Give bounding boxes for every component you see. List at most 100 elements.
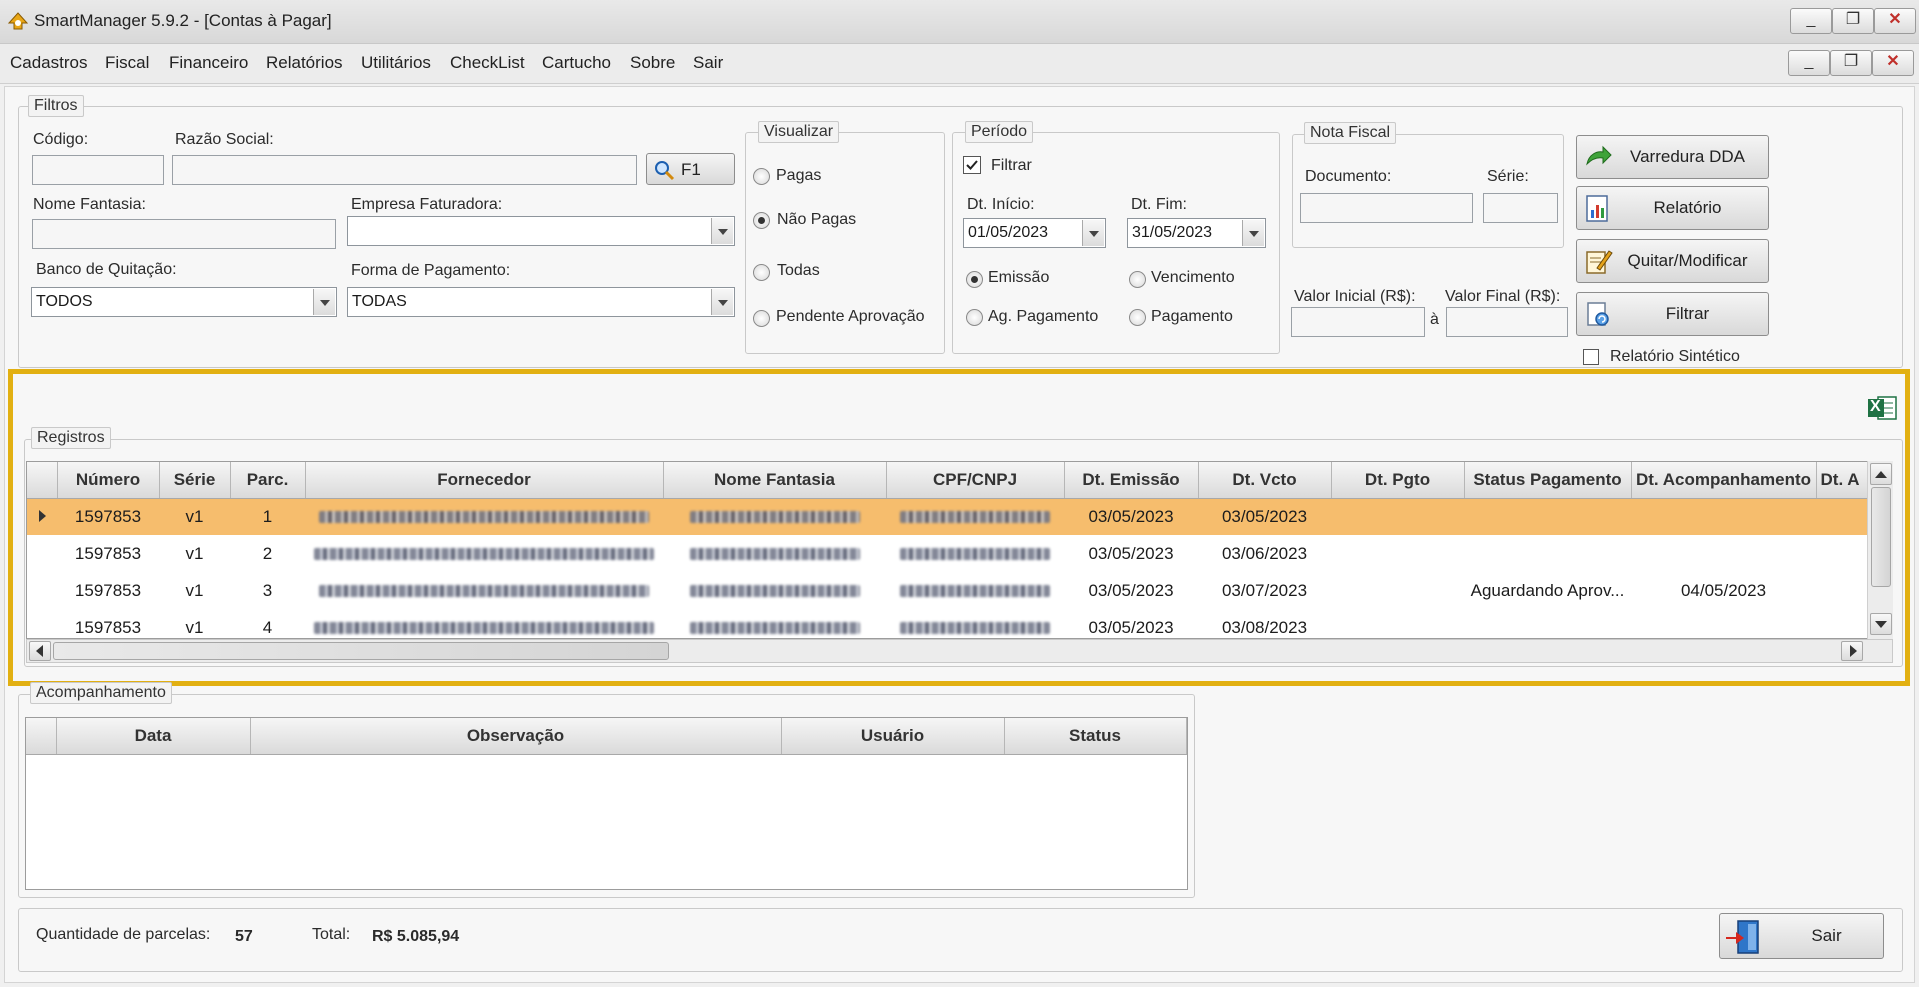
cell-fornecedor-redacted[interactable] (305, 609, 663, 638)
col-observacao[interactable]: Observação (250, 718, 782, 755)
calendar-dropdown-icon[interactable] (1082, 220, 1104, 246)
restore-button[interactable]: ❐ (1832, 8, 1874, 34)
col-numero[interactable]: Número (57, 462, 160, 499)
sair-button[interactable]: Sair (1719, 913, 1884, 959)
cell-numero[interactable]: 1597853 (57, 609, 159, 638)
cell-cpf-cnpj-redacted[interactable] (886, 572, 1064, 609)
radio-pendente-aprovacao[interactable] (753, 310, 770, 327)
cell-dt-acompanhamento[interactable] (1631, 609, 1816, 638)
radio-nao-pagas[interactable] (753, 212, 770, 229)
dt-fim-picker[interactable]: 31/05/2023 (1127, 218, 1266, 248)
cell-dt-pgto[interactable] (1331, 535, 1464, 572)
cell-dt-vcto[interactable]: 03/05/2023 (1198, 498, 1331, 535)
cell-fornecedor-redacted[interactable] (305, 498, 663, 535)
radio-vencimento[interactable] (1129, 271, 1146, 288)
cell-nome-fantasia-redacted[interactable] (663, 609, 886, 638)
cell-serie[interactable]: v1 (159, 535, 230, 572)
cell-dt-pgto[interactable] (1331, 572, 1464, 609)
cell-status-pagamento[interactable]: Aguardando Aprov... (1464, 572, 1631, 609)
mdi-close-button[interactable]: ✕ (1872, 50, 1914, 76)
cell-serie[interactable]: v1 (159, 609, 230, 638)
col-usuario[interactable]: Usuário (781, 718, 1005, 755)
col-dt-vcto[interactable]: Dt. Vcto (1198, 462, 1332, 499)
f1-search-button[interactable]: F1 (646, 153, 735, 185)
cell-dt-acompanhamento[interactable] (1631, 535, 1816, 572)
quitar-modificar-button[interactable]: Quitar/Modificar (1576, 239, 1769, 283)
banco-quitacao-select[interactable]: TODOS (31, 287, 337, 317)
scroll-down-button[interactable] (1870, 613, 1892, 635)
table-row[interactable]: 1597853 v1 2 03/05/2023 03/06/2023 (27, 535, 1874, 572)
col-data[interactable]: Data (56, 718, 251, 755)
menu-cadastros[interactable]: Cadastros (10, 53, 87, 73)
cell-nome-fantasia-redacted[interactable] (663, 572, 886, 609)
excel-export-icon[interactable]: X (1866, 392, 1898, 424)
filtrar-button[interactable]: Filtrar (1576, 292, 1769, 336)
close-button[interactable]: ✕ (1874, 8, 1916, 34)
cell-numero[interactable]: 1597853 (57, 535, 159, 572)
table-row[interactable]: 1597853 v1 1 03/05/2023 03/05/2023 (27, 498, 1874, 535)
menu-relatorios[interactable]: Relatórios (266, 53, 343, 73)
cell-fornecedor-redacted[interactable] (305, 572, 663, 609)
radio-pagas[interactable] (753, 168, 770, 185)
dt-inicio-picker[interactable]: 01/05/2023 (963, 218, 1106, 248)
radio-emissao[interactable] (966, 271, 983, 288)
cell-status-pagamento[interactable] (1464, 498, 1631, 535)
cell-parc[interactable]: 1 (230, 498, 305, 535)
cell-cpf-cnpj-redacted[interactable] (886, 498, 1064, 535)
cell-dt-pgto[interactable] (1331, 609, 1464, 638)
cell-dt-acompanhamento[interactable] (1631, 498, 1816, 535)
menu-utilitarios[interactable]: Utilitários (361, 53, 431, 73)
menu-sobre[interactable]: Sobre (630, 53, 675, 73)
radio-todas[interactable] (753, 264, 770, 281)
mdi-restore-button[interactable]: ❐ (1830, 50, 1872, 76)
menu-checklist[interactable]: CheckList (450, 53, 525, 73)
nome-fantasia-input[interactable] (32, 219, 336, 249)
col-parc[interactable]: Parc. (230, 462, 306, 499)
cell-parc[interactable]: 2 (230, 535, 305, 572)
cell-numero[interactable]: 1597853 (57, 498, 159, 535)
cell-nome-fantasia-redacted[interactable] (663, 498, 886, 535)
cell-dt-emissao[interactable]: 03/05/2023 (1064, 535, 1198, 572)
radio-pagamento[interactable] (1129, 309, 1146, 326)
calendar-dropdown-icon[interactable] (1242, 220, 1264, 246)
scroll-thumb-h[interactable] (53, 642, 669, 660)
relatorio-button[interactable]: Relatório (1576, 186, 1769, 230)
col-status-pagamento[interactable]: Status Pagamento (1464, 462, 1632, 499)
cell-dt-emissao[interactable]: 03/05/2023 (1064, 572, 1198, 609)
scroll-right-button[interactable] (1841, 641, 1863, 661)
menu-cartucho[interactable]: Cartucho (542, 53, 611, 73)
cell-serie[interactable]: v1 (159, 498, 230, 535)
cell-serie[interactable]: v1 (159, 572, 230, 609)
menu-fiscal[interactable]: Fiscal (105, 53, 149, 73)
cell-cpf-cnpj-redacted[interactable] (886, 609, 1064, 638)
cell-status-pagamento[interactable] (1464, 609, 1631, 638)
col-serie[interactable]: Série (159, 462, 231, 499)
table-row[interactable]: 1597853 v1 4 03/05/2023 03/08/2023 (27, 609, 1874, 638)
cell-dt-emissao[interactable]: 03/05/2023 (1064, 609, 1198, 638)
col-dt-acompanhamento[interactable]: Dt. Acompanhamento (1631, 462, 1817, 499)
relatorio-sintetico-checkbox[interactable] (1583, 349, 1599, 365)
chevron-down-icon[interactable] (711, 218, 733, 244)
codigo-input[interactable] (32, 155, 164, 185)
scroll-left-button[interactable] (29, 641, 51, 661)
col-status[interactable]: Status (1004, 718, 1187, 755)
cell-dt-vcto[interactable]: 03/07/2023 (1198, 572, 1331, 609)
chevron-down-icon[interactable] (711, 289, 733, 315)
menu-sair[interactable]: Sair (693, 53, 723, 73)
chevron-down-icon[interactable] (313, 289, 335, 315)
cell-dt-emissao[interactable]: 03/05/2023 (1064, 498, 1198, 535)
filtrar-checkbox[interactable] (963, 156, 981, 174)
cell-dt-vcto[interactable]: 03/06/2023 (1198, 535, 1331, 572)
col-dt-pgto[interactable]: Dt. Pgto (1331, 462, 1465, 499)
documento-input[interactable] (1300, 193, 1473, 223)
menu-financeiro[interactable]: Financeiro (169, 53, 248, 73)
forma-pagamento-select[interactable]: TODAS (347, 287, 735, 317)
scroll-thumb-v[interactable] (1871, 487, 1891, 587)
table-row[interactable]: 1597853 v1 3 03/05/2023 03/07/2023 Aguar… (27, 572, 1874, 609)
col-dt-emissao[interactable]: Dt. Emissão (1064, 462, 1199, 499)
valor-final-input[interactable] (1446, 307, 1568, 337)
cell-dt-acompanhamento[interactable]: 04/05/2023 (1631, 572, 1816, 609)
registros-hscrollbar[interactable] (26, 639, 1893, 663)
empresa-faturadora-select[interactable] (347, 216, 735, 246)
cell-dt-pgto[interactable] (1331, 498, 1464, 535)
